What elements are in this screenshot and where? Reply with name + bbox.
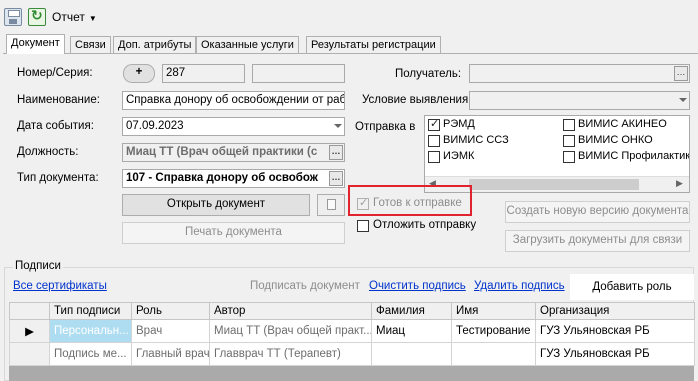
delete-signature-link[interactable]: Удалить подпись bbox=[474, 280, 565, 292]
table-cell[interactable]: Персональн... bbox=[49, 319, 132, 343]
tab-extra-attributes[interactable]: Доп. атрибуты bbox=[113, 36, 197, 54]
column-header[interactable]: Фамилия bbox=[371, 302, 452, 320]
row-header[interactable] bbox=[9, 342, 50, 366]
toolbar: ↻ Отчет ▼ bbox=[0, 0, 698, 34]
tab-strip: Документ Связи Доп. атрибуты Оказанные у… bbox=[0, 34, 698, 54]
current-row-icon[interactable]: ▶ bbox=[9, 319, 50, 343]
table-cell[interactable]: Главный врач bbox=[131, 342, 210, 366]
send-target-prof-checkbox[interactable] bbox=[563, 151, 575, 163]
load-documents-button[interactable]: Загрузить документы для связи bbox=[505, 230, 690, 252]
send-target-iemk-label: ИЭМК bbox=[443, 150, 475, 162]
position-field[interactable]: Миац ТТ (Врач общей практики (с … bbox=[122, 143, 345, 162]
number-label: Номер/Серия: bbox=[17, 67, 93, 79]
table-cell[interactable] bbox=[451, 342, 536, 366]
table-header-row: Тип подписи Роль Автор Фамилия Имя Орган… bbox=[9, 302, 695, 320]
number-field[interactable]: 287 bbox=[162, 64, 245, 83]
all-certificates-link[interactable]: Все сертификаты bbox=[13, 280, 107, 292]
series-field[interactable] bbox=[252, 64, 345, 83]
send-to-label: Отправка в bbox=[355, 121, 416, 133]
save-icon[interactable] bbox=[4, 8, 22, 26]
table-cell[interactable]: Тестирование bbox=[451, 319, 536, 343]
report-menu-label: Отчет bbox=[52, 10, 85, 24]
sign-document-label[interactable]: Подписать документ bbox=[250, 280, 360, 292]
table-cell[interactable]: Подпись ме... bbox=[49, 342, 132, 366]
document-icon bbox=[326, 199, 336, 210]
doctype-label: Тип документа: bbox=[17, 172, 99, 184]
tab-links[interactable]: Связи bbox=[70, 36, 111, 54]
new-version-button[interactable]: Создать новую версию документа bbox=[505, 201, 690, 223]
tab-document[interactable]: Документ bbox=[6, 34, 65, 54]
chevron-down-icon: ▼ bbox=[88, 14, 97, 23]
signatures-title: Подписи bbox=[13, 260, 63, 272]
open-document-button[interactable]: Открыть документ bbox=[122, 194, 310, 216]
row-header-corner bbox=[9, 302, 50, 320]
attachment-button[interactable] bbox=[317, 194, 345, 216]
send-target-iemk-checkbox[interactable] bbox=[428, 151, 440, 163]
tab-registration-results[interactable]: Результаты регистрации bbox=[306, 36, 441, 54]
doctype-value: 107 - Справка донору об освобож bbox=[126, 172, 318, 184]
position-label: Должность: bbox=[17, 146, 79, 158]
date-dropdown-icon[interactable] bbox=[334, 124, 342, 128]
table-row[interactable]: Подпись ме... Главный врач Главврач ТТ (… bbox=[9, 342, 695, 366]
send-target-onko-label: ВИМИС ОНКО bbox=[578, 134, 653, 146]
table-cell[interactable]: ГУЗ Ульяновская РБ bbox=[535, 342, 695, 366]
name-label: Наименование: bbox=[17, 94, 100, 106]
signatures-table: Тип подписи Роль Автор Фамилия Имя Орган… bbox=[9, 302, 695, 381]
column-header[interactable]: Имя bbox=[451, 302, 536, 320]
send-target-onko-checkbox[interactable] bbox=[563, 135, 575, 147]
table-cell[interactable]: Миац bbox=[371, 319, 452, 343]
send-target-remd-label: РЭМД bbox=[443, 118, 475, 130]
scroll-thumb[interactable] bbox=[469, 179, 639, 190]
send-target-remd-checkbox[interactable] bbox=[428, 117, 440, 131]
column-header[interactable]: Автор bbox=[209, 302, 372, 320]
doctype-ellipsis-icon[interactable]: … bbox=[329, 171, 343, 186]
date-value: 07.09.2023 bbox=[126, 120, 184, 132]
print-document-button[interactable]: Печать документа bbox=[122, 222, 345, 244]
send-target-ssz-checkbox[interactable] bbox=[428, 135, 440, 147]
condition-field[interactable] bbox=[469, 91, 690, 110]
table-cell[interactable]: ГУЗ Ульяновская РБ bbox=[535, 319, 695, 343]
report-menu[interactable]: Отчет ▼ bbox=[52, 10, 97, 24]
position-value: Миац ТТ (Врач общей практики (с bbox=[126, 146, 318, 158]
highlight-box bbox=[348, 185, 472, 216]
recipient-ellipsis-icon[interactable]: … bbox=[674, 66, 688, 81]
table-cell[interactable]: Главврач ТТ (Терапевт) bbox=[209, 342, 372, 366]
refresh-icon[interactable]: ↻ bbox=[28, 7, 46, 26]
table-cell[interactable] bbox=[371, 342, 452, 366]
table-row[interactable]: ▶ Персональн... Врач Миац ТТ (Врач общей… bbox=[9, 319, 695, 343]
date-field[interactable]: 07.09.2023 bbox=[122, 117, 345, 136]
position-ellipsis-icon[interactable]: … bbox=[329, 145, 343, 160]
add-role-button[interactable]: Добавить роль bbox=[570, 274, 694, 300]
tab-services[interactable]: Оказанные услуги bbox=[196, 36, 299, 54]
send-target-ssz-label: ВИМИС ССЗ bbox=[443, 134, 509, 146]
table-cell[interactable]: Врач bbox=[131, 319, 210, 343]
send-target-akineo-label: ВИМИС АКИНЕО bbox=[578, 118, 667, 130]
column-header[interactable]: Тип подписи bbox=[49, 302, 132, 320]
condition-dropdown-icon[interactable] bbox=[679, 98, 687, 102]
postpone-label: Отложить отправку bbox=[373, 219, 477, 231]
condition-label: Условие выявления: bbox=[362, 94, 472, 106]
add-number-button[interactable]: + bbox=[123, 64, 155, 83]
doctype-field[interactable]: 107 - Справка донору об освобож … bbox=[122, 169, 345, 188]
column-header[interactable]: Организация bbox=[535, 302, 695, 320]
scroll-right-icon[interactable]: ▶ bbox=[676, 178, 683, 189]
send-target-akineo-checkbox[interactable] bbox=[563, 119, 575, 131]
table-cell[interactable]: Миац ТТ (Врач общей практ... bbox=[209, 319, 372, 343]
send-target-prof-label: ВИМИС Профилактика bbox=[578, 150, 689, 162]
name-field[interactable]: Справка донору об освобождении от работ bbox=[122, 91, 345, 110]
recipient-field[interactable]: … bbox=[469, 64, 690, 83]
column-header[interactable]: Роль bbox=[131, 302, 210, 320]
clear-signature-link[interactable]: Очистить подпись bbox=[369, 280, 466, 292]
recipient-label: Получатель: bbox=[395, 68, 462, 80]
date-label: Дата события: bbox=[17, 120, 94, 132]
postpone-checkbox[interactable] bbox=[357, 220, 369, 232]
